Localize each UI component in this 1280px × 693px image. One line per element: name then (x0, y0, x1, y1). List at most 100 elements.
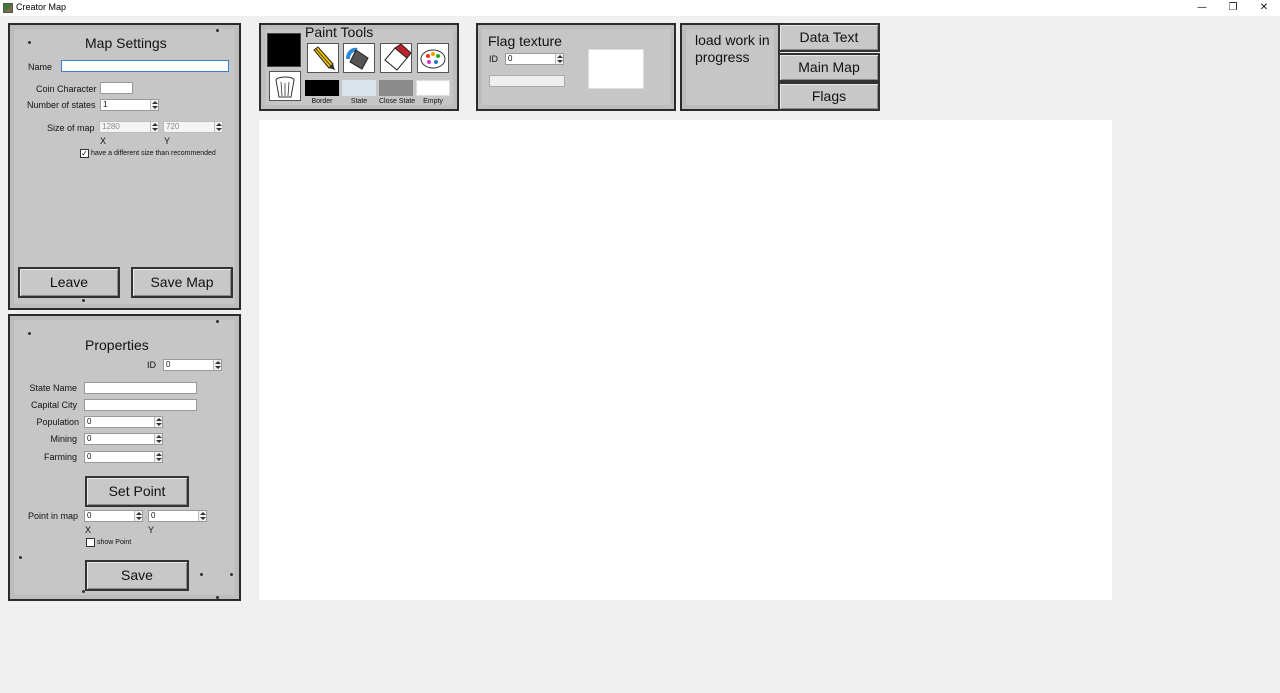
map-settings-title: Map Settings (85, 35, 167, 51)
swatch-label: State (350, 98, 368, 105)
farming-value: 0 (87, 452, 92, 461)
point-x-stepper[interactable]: 0 (84, 510, 143, 522)
decor-dot (82, 299, 85, 302)
title-bar: Creator Map — ❐ ✕ (0, 0, 1280, 16)
fill-tool-button[interactable] (343, 43, 375, 73)
different-size-label: have a different size than recommended (91, 150, 216, 157)
arrow-down-icon[interactable] (156, 458, 162, 461)
arrow-down-icon[interactable] (152, 106, 158, 109)
flags-button[interactable]: Flags (778, 82, 880, 111)
swatch-border[interactable] (305, 80, 339, 96)
trash-bin-icon (275, 76, 295, 98)
flag-id-value: 0 (508, 54, 513, 63)
map-width-stepper[interactable]: 1280 (99, 121, 159, 133)
stepper-arrows[interactable] (213, 360, 221, 370)
leave-button[interactable]: Leave (18, 267, 120, 298)
clear-tool-button[interactable] (269, 71, 301, 101)
point-x-value: 0 (87, 511, 92, 520)
flag-id-stepper[interactable]: 0 (505, 53, 564, 65)
mining-stepper[interactable]: 0 (84, 433, 163, 445)
different-size-checkbox[interactable]: ✓ (80, 149, 89, 158)
swatch-state[interactable] (342, 80, 376, 96)
current-color-swatch[interactable] (267, 33, 301, 67)
decor-dot (216, 320, 219, 323)
coin-character-field[interactable] (100, 82, 133, 94)
stepper-arrows[interactable] (154, 434, 162, 444)
decor-dot (28, 41, 31, 44)
stepper-arrows[interactable] (154, 452, 162, 462)
stepper-arrows[interactable] (214, 122, 222, 132)
state-name-label: State Name (29, 383, 77, 393)
swatch-label: Border (311, 98, 333, 105)
mining-label: Mining (50, 434, 77, 444)
stepper-arrows[interactable] (150, 122, 158, 132)
name-field[interactable] (61, 60, 229, 72)
restore-button[interactable]: ❐ (1217, 0, 1249, 16)
stepper-arrows[interactable] (134, 511, 142, 521)
swatch-close-state[interactable] (379, 80, 413, 96)
set-point-button[interactable]: Set Point (85, 476, 189, 507)
arrow-down-icon[interactable] (200, 517, 206, 520)
arrow-up-icon[interactable] (156, 418, 162, 421)
property-id-stepper[interactable]: 0 (163, 359, 222, 371)
eraser-tool-button[interactable] (380, 43, 412, 73)
arrow-up-icon[interactable] (557, 55, 563, 58)
size-y-label: Y (164, 136, 171, 146)
arrow-up-icon[interactable] (156, 453, 162, 456)
save-button[interactable]: Save (85, 560, 189, 591)
swatch-label: Close State (379, 98, 416, 105)
map-width-value: 1280 (102, 122, 120, 131)
save-map-button[interactable]: Save Map (131, 267, 233, 298)
load-work-panel[interactable]: load work in progress (680, 23, 780, 111)
number-of-states-label: Number of states (27, 100, 96, 110)
arrow-up-icon[interactable] (156, 435, 162, 438)
minimize-button[interactable]: — (1186, 0, 1218, 16)
population-value: 0 (87, 417, 92, 426)
fill-bucket-icon (346, 47, 369, 70)
mining-value: 0 (87, 434, 92, 443)
show-point-checkbox[interactable] (86, 538, 95, 547)
stepper-arrows[interactable] (555, 54, 563, 64)
swatch-empty[interactable] (416, 80, 450, 96)
arrow-up-icon[interactable] (215, 361, 221, 364)
palette-tool-button[interactable] (417, 43, 449, 73)
arrow-down-icon[interactable] (557, 60, 563, 63)
map-canvas[interactable] (259, 120, 1112, 600)
main-map-button[interactable]: Main Map (778, 53, 880, 82)
decor-dot (200, 573, 203, 576)
population-stepper[interactable]: 0 (84, 416, 163, 428)
flag-path-field[interactable] (489, 75, 565, 87)
capital-city-field[interactable] (84, 399, 197, 411)
close-button[interactable]: ✕ (1248, 0, 1280, 16)
flag-id-label: ID (489, 54, 498, 64)
capital-city-label: Capital City (30, 400, 77, 410)
stepper-arrows[interactable] (154, 417, 162, 427)
arrow-up-icon[interactable] (152, 123, 158, 126)
arrow-up-icon[interactable] (200, 512, 206, 515)
farming-stepper[interactable]: 0 (84, 451, 163, 463)
stepper-arrows[interactable] (150, 100, 158, 110)
arrow-up-icon[interactable] (152, 101, 158, 104)
name-label: Name (28, 62, 53, 72)
property-id-label: ID (147, 360, 156, 370)
arrow-up-icon[interactable] (216, 123, 222, 126)
decor-dot (216, 29, 219, 32)
point-y-label: Y (148, 525, 155, 535)
data-text-button[interactable]: Data Text (778, 23, 880, 52)
map-height-stepper[interactable]: 720 (163, 121, 223, 133)
properties-panel: Properties ID 0 State Name Capital City … (8, 314, 241, 601)
pencil-tool-button[interactable] (307, 43, 339, 73)
state-name-field[interactable] (84, 382, 197, 394)
map-height-value: 720 (166, 122, 180, 131)
arrow-down-icon[interactable] (156, 440, 162, 443)
arrow-down-icon[interactable] (136, 517, 142, 520)
point-y-stepper[interactable]: 0 (148, 510, 207, 522)
arrow-down-icon[interactable] (215, 366, 221, 369)
stepper-arrows[interactable] (198, 511, 206, 521)
decor-dot (19, 556, 22, 559)
arrow-down-icon[interactable] (152, 128, 158, 131)
number-of-states-stepper[interactable]: 1 (100, 99, 159, 111)
arrow-down-icon[interactable] (156, 423, 162, 426)
arrow-down-icon[interactable] (216, 128, 222, 131)
arrow-up-icon[interactable] (136, 512, 142, 515)
